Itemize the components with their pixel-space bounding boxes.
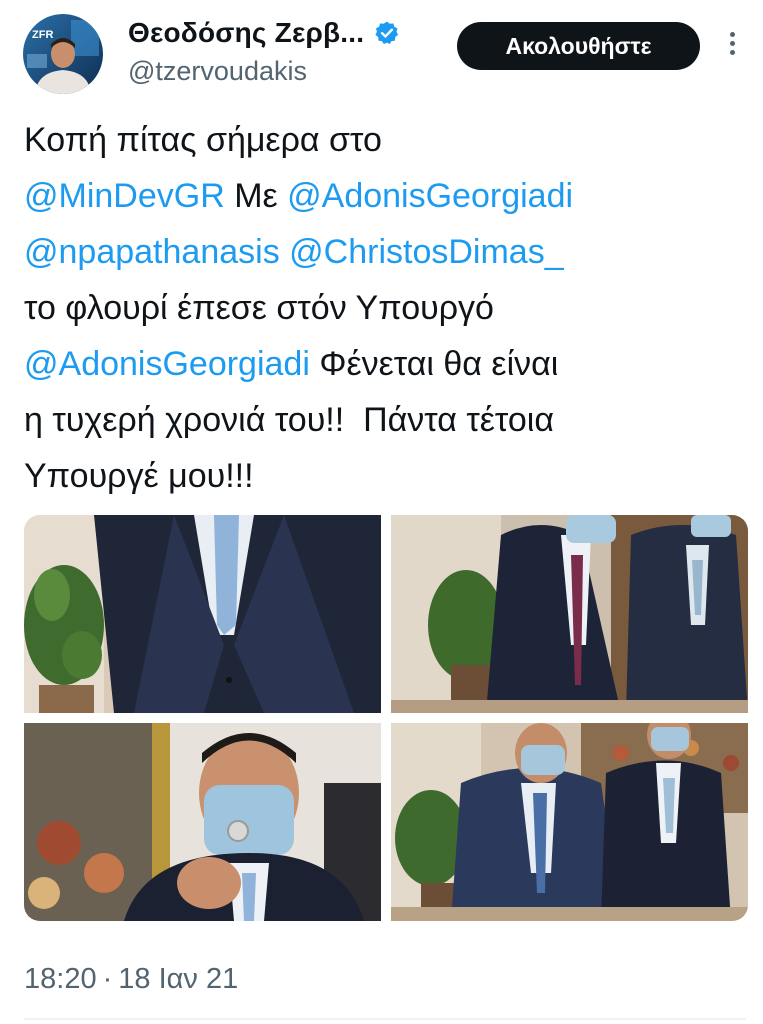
tweet-text-segment (280, 233, 289, 271)
media-grid (24, 515, 748, 921)
tweet-time: 18:20 (24, 963, 97, 995)
tweet-date: 18 Ιαν 21 (118, 963, 239, 995)
timestamp-separator: · (102, 963, 113, 995)
tweet-text-segment: το φλουρί έπεσε στόν Υπουργό (24, 289, 494, 327)
avatar-photo: ZFR (23, 14, 103, 94)
more-vertical-icon (729, 32, 735, 37)
tweet-line: @npapathanasis @ChristosDimas_ (24, 224, 744, 280)
tweet-text: Κοπή πίτας σήμερα στο @MinDevGR Με @Adoni… (24, 112, 744, 504)
more-dot (729, 50, 735, 55)
author-display-name[interactable]: Θεοδόσης Ζερβ... (128, 17, 364, 49)
author-avatar[interactable]: ZFR (23, 14, 103, 94)
tweet-line: Κοπή πίτας σήμερα στο (24, 112, 744, 168)
more-options-button[interactable] (720, 28, 744, 64)
follow-button[interactable]: Ακολουθήστε (457, 22, 700, 70)
photo-cake-cutting[interactable] (391, 515, 748, 713)
photo-suit-closeup[interactable] (24, 515, 381, 713)
tweet-text-segment: Με (224, 177, 288, 215)
tweet-header: ZFR Θεοδόσης Ζερβ... @tzervoudakis Ακολο… (0, 0, 763, 105)
mention-link[interactable]: @MinDevGR (24, 177, 225, 215)
tweet-line: @AdonisGeorgiadi Φένεται θα είναι (24, 336, 744, 392)
mention-link[interactable]: @AdonisGeorgiadi (24, 345, 310, 383)
author-names: Θεοδόσης Ζερβ... @tzervoudakis (128, 14, 400, 87)
tweet-line: @MinDevGR Με @AdonisGeorgiadi (24, 168, 744, 224)
tweet-text-segment: Κοπή πίτας σήμερα στο (24, 121, 382, 159)
mention-link[interactable]: @ChristosDimas_ (289, 233, 563, 271)
divider (24, 1018, 746, 1020)
tweet-line: το φλουρί έπεσε στόν Υπουργό (24, 280, 744, 336)
mention-link[interactable]: @AdonisGeorgiadi (287, 177, 573, 215)
tweet-text-segment: Φένεται θα είναι (309, 345, 559, 383)
tweet-line: Υπουργέ μου!!! (24, 448, 744, 504)
tweet-text-segment: η τυχερή χρονιά του!! Πάντα τέτοια (24, 401, 554, 439)
mention-link[interactable]: @npapathanasis (24, 233, 280, 271)
tweet-text-segment: Υπουργέ μου!!! (24, 457, 254, 495)
more-dot (729, 41, 735, 46)
tweet-timestamp[interactable]: 18:20 · 18 Ιαν 21 (24, 963, 238, 996)
avatar-badge: ZFR (32, 29, 53, 41)
verified-badge-icon (375, 21, 399, 45)
photo-two-men-table[interactable] (391, 723, 748, 921)
tweet-line: η τυχερή χρονιά του!! Πάντα τέτοια (24, 392, 744, 448)
photo-holding-coin[interactable] (24, 723, 381, 921)
author-handle[interactable]: @tzervoudakis (128, 56, 400, 87)
